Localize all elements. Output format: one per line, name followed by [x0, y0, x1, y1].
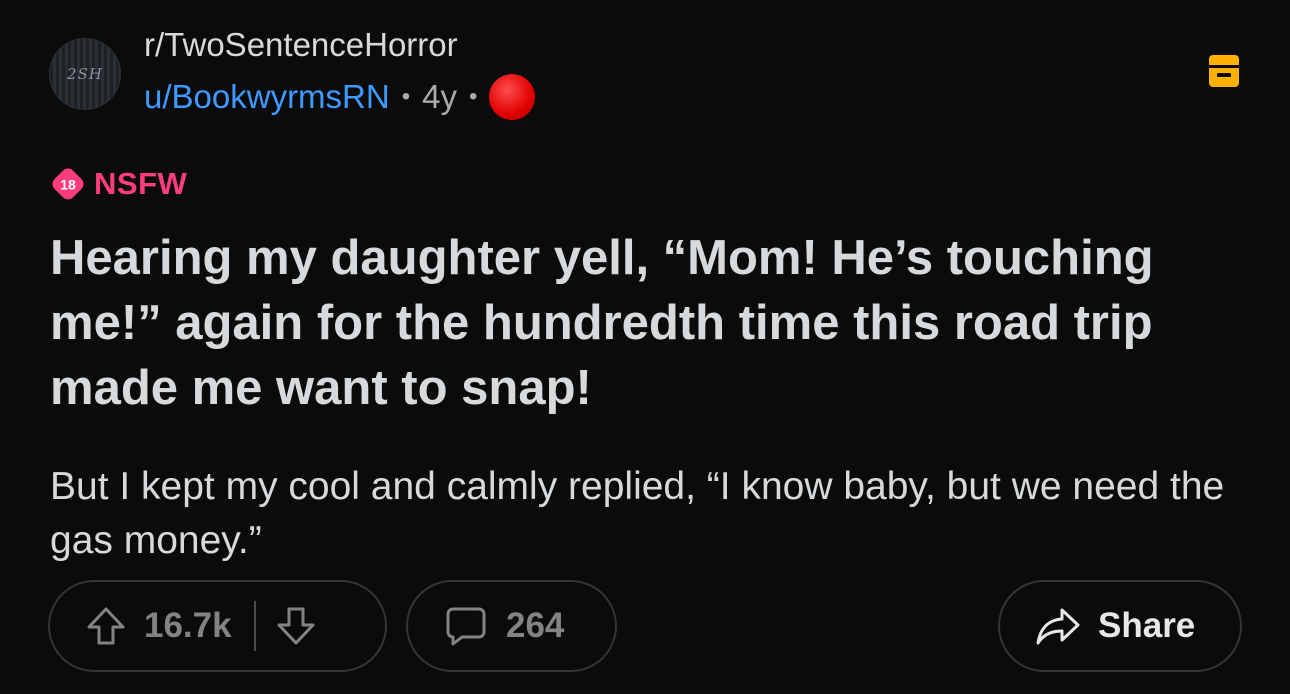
- share-button[interactable]: Share: [998, 580, 1242, 672]
- meta-separator: •: [401, 83, 411, 110]
- upvote-arrow-icon[interactable]: [84, 604, 128, 648]
- post-meta: u/BookwyrmsRN • 4y •: [144, 74, 536, 120]
- post-age: 4y: [422, 78, 457, 115]
- share-label: Share: [1098, 606, 1196, 645]
- author-username[interactable]: u/BookwyrmsRN: [144, 78, 390, 116]
- meta-separator: •: [468, 83, 478, 110]
- nsfw-18-icon: 18: [52, 168, 84, 200]
- comment-bubble-icon: [444, 604, 488, 648]
- comments-button[interactable]: 264: [406, 580, 617, 672]
- vote-score: 16.7k: [144, 606, 232, 645]
- archive-icon[interactable]: [1208, 54, 1240, 88]
- post-body: But I kept my cool and calmly replied, “…: [50, 465, 1225, 562]
- comment-count: 264: [506, 606, 565, 645]
- subreddit-name[interactable]: r/TwoSentenceHorror: [144, 26, 458, 64]
- avatar-text: 2SH: [67, 65, 103, 83]
- red-circle-award-icon[interactable]: [489, 74, 536, 120]
- downvote-arrow-icon[interactable]: [274, 604, 318, 648]
- nsfw-tag: 18 NSFW: [50, 166, 187, 202]
- vote-divider: [253, 601, 256, 651]
- vote-bar: 16.7k: [48, 580, 387, 672]
- post-title[interactable]: Hearing my daughter yell, “Mom! He’s tou…: [50, 226, 1250, 421]
- nsfw-badge-text: 18: [60, 177, 76, 193]
- nsfw-label: NSFW: [94, 166, 188, 201]
- subreddit-avatar[interactable]: 2SH: [49, 38, 121, 110]
- share-arrow-icon: [1034, 604, 1082, 648]
